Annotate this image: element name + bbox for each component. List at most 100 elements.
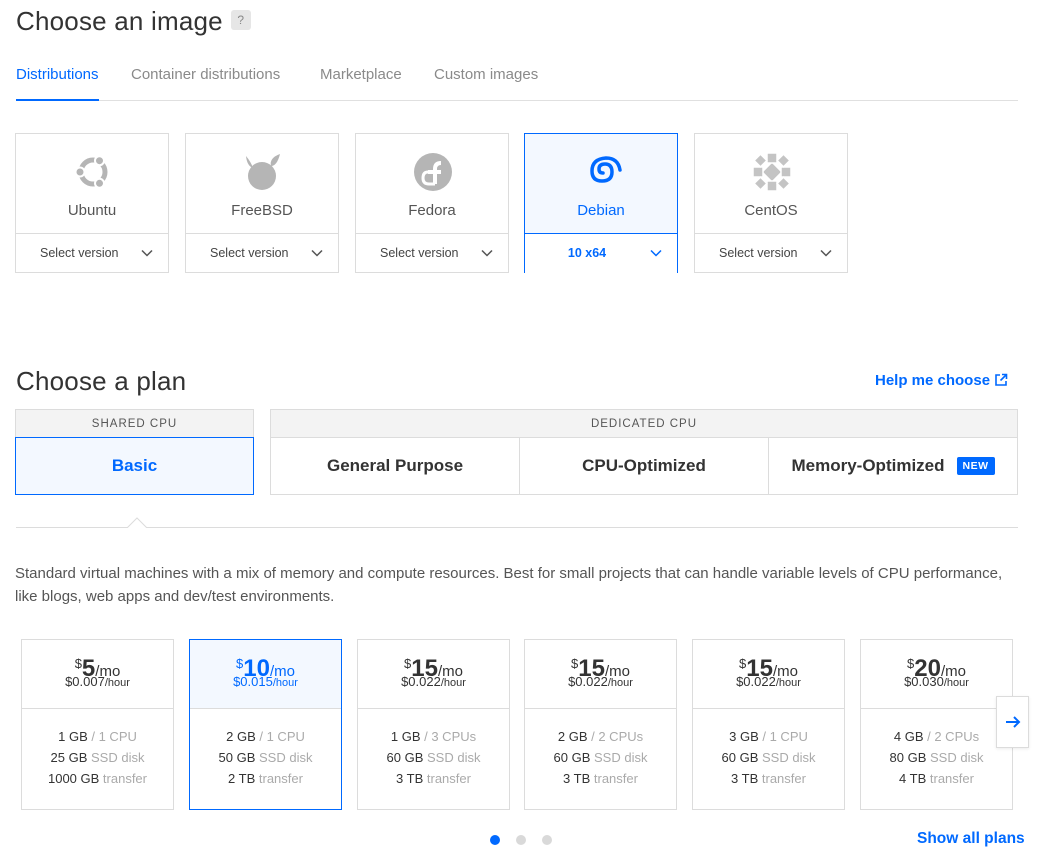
plan-specs: 1 GB / 3 CPUs 60 GB SSD disk 3 TB transfer bbox=[358, 709, 509, 789]
shared-cpu-group: SHARED CPU Basic bbox=[15, 409, 254, 495]
spec-disk: 60 GB SSD disk bbox=[358, 747, 509, 768]
version-label: Select version bbox=[380, 246, 459, 260]
spec-memory-cpu: 2 GB / 2 CPUs bbox=[525, 726, 676, 747]
hourly-price: $0.022/hour bbox=[525, 674, 676, 689]
spec-disk: 60 GB SSD disk bbox=[525, 747, 676, 768]
show-all-plans-link[interactable]: Show all plans bbox=[917, 830, 1025, 848]
plan-type-general-purpose[interactable]: General Purpose bbox=[271, 438, 520, 494]
spec-transfer-unit: transfer bbox=[99, 771, 147, 786]
shared-cpu-options: Basic bbox=[15, 437, 254, 495]
arrow-right-icon bbox=[1006, 716, 1021, 728]
plan-card[interactable]: $5/mo $0.007/hour 1 GB / 1 CPU 25 GB SSD di… bbox=[21, 639, 174, 810]
spec-transfer-size: 2 TB bbox=[228, 771, 256, 786]
spec-disk-unit: SSD disk bbox=[926, 750, 984, 765]
version-select[interactable]: Select version bbox=[356, 233, 508, 273]
hourly-price: $0.022/hour bbox=[358, 674, 509, 689]
chevron-down-icon bbox=[820, 249, 832, 257]
plan-price: $15/mo $0.022/hour bbox=[693, 640, 844, 709]
spec-disk: 25 GB SSD disk bbox=[22, 747, 173, 768]
version-label: Select version bbox=[719, 246, 798, 260]
tab-container-distributions[interactable]: Container distributions bbox=[131, 66, 280, 101]
spec-memory: 1 GB bbox=[58, 729, 88, 744]
spec-cpu: / 1 CPU bbox=[255, 729, 305, 744]
monthly-price: $5/mo bbox=[22, 640, 173, 681]
distro-card-fedora[interactable]: Fedora Select version bbox=[355, 133, 509, 273]
spec-transfer-size: 3 TB bbox=[731, 771, 759, 786]
plan-specs: 2 GB / 1 CPU 50 GB SSD disk 2 TB transfer bbox=[190, 709, 341, 789]
plan-card[interactable]: $10/mo $0.015/hour 2 GB / 1 CPU 50 GB SSD d… bbox=[189, 639, 342, 810]
spec-memory-cpu: 4 GB / 2 CPUs bbox=[861, 726, 1012, 747]
version-select[interactable]: 10 x64 bbox=[525, 233, 677, 273]
distro-name: Debian bbox=[577, 202, 625, 219]
distro-card-debian[interactable]: Debian 10 x64 bbox=[524, 133, 678, 273]
spec-disk-unit: SSD disk bbox=[255, 750, 313, 765]
spec-disk-unit: SSD disk bbox=[87, 750, 145, 765]
spec-transfer-size: 3 TB bbox=[396, 771, 424, 786]
version-select[interactable]: Select version bbox=[695, 233, 847, 273]
distro-card-ubuntu[interactable]: Ubuntu Select version bbox=[15, 133, 169, 273]
chevron-down-icon bbox=[311, 249, 323, 257]
spec-transfer: 3 TB transfer bbox=[693, 768, 844, 789]
spec-disk: 60 GB SSD disk bbox=[693, 747, 844, 768]
plan-type-cpu-optimized[interactable]: CPU-Optimized bbox=[520, 438, 769, 494]
plan-card[interactable]: $15/mo $0.022/hour 2 GB / 2 CPUs 60 GB SSD … bbox=[524, 639, 677, 810]
pagination-dot-1[interactable] bbox=[490, 835, 500, 845]
next-plans-button[interactable] bbox=[996, 696, 1029, 748]
spec-transfer: 1000 GB transfer bbox=[22, 768, 173, 789]
centos-icon bbox=[752, 152, 792, 192]
hourly-amount: $0.015 bbox=[233, 674, 273, 689]
new-badge: NEW bbox=[956, 457, 995, 475]
freebsd-icon bbox=[246, 154, 280, 190]
tab-marketplace[interactable]: Marketplace bbox=[320, 66, 402, 101]
version-select[interactable]: Select version bbox=[16, 233, 168, 273]
plan-card[interactable]: $15/mo $0.022/hour 3 GB / 1 CPU 60 GB SSD d… bbox=[692, 639, 845, 810]
version-label: 10 x64 bbox=[567, 246, 607, 260]
hourly-unit: /hour bbox=[775, 677, 801, 689]
help-tooltip-icon[interactable]: ? bbox=[230, 10, 251, 31]
plan-price: $20/mo $0.030/hour bbox=[861, 640, 1012, 709]
pagination-dot-2[interactable] bbox=[516, 835, 526, 845]
distro-card-centos[interactable]: CentOS Select version bbox=[694, 133, 848, 273]
plan-specs: 3 GB / 1 CPU 60 GB SSD disk 3 TB transfer bbox=[693, 709, 844, 789]
distro-card-freebsd[interactable]: FreeBSD Select version bbox=[185, 133, 339, 273]
tab-custom-images[interactable]: Custom images bbox=[434, 66, 538, 101]
hourly-amount: $0.022 bbox=[401, 674, 441, 689]
pagination-dot-3[interactable] bbox=[542, 835, 552, 845]
monthly-price: $15/mo bbox=[525, 640, 676, 681]
spec-memory-cpu: 2 GB / 1 CPU bbox=[190, 726, 341, 747]
selection-caret-icon bbox=[127, 517, 147, 529]
version-select[interactable]: Select version bbox=[186, 233, 338, 273]
hourly-amount: $0.022 bbox=[736, 674, 776, 689]
hourly-unit: /hour bbox=[272, 677, 298, 689]
chevron-down-icon bbox=[141, 249, 153, 257]
spec-cpu: / 1 CPU bbox=[87, 729, 137, 744]
image-section-title: Choose an image? bbox=[16, 6, 251, 37]
help-me-choose-link[interactable]: Help me choose bbox=[875, 372, 1008, 389]
plan-type-memory-optimized[interactable]: Memory-Optimized NEW bbox=[769, 438, 1017, 494]
spec-memory-cpu: 1 GB / 1 CPU bbox=[22, 726, 173, 747]
plan-price: $10/mo $0.015/hour bbox=[190, 640, 341, 709]
spec-cpu: / 2 CPUs bbox=[923, 729, 980, 744]
distro-name: Fedora bbox=[408, 202, 456, 219]
spec-transfer-unit: transfer bbox=[758, 771, 806, 786]
plan-card[interactable]: $20/mo $0.030/hour 4 GB / 2 CPUs 80 GB SSD … bbox=[860, 639, 1013, 810]
hourly-price: $0.015/hour bbox=[190, 674, 341, 689]
fedora-icon bbox=[414, 153, 452, 191]
distro-name: Ubuntu bbox=[67, 202, 117, 219]
spec-disk-unit: SSD disk bbox=[423, 750, 481, 765]
spec-transfer: 2 TB transfer bbox=[190, 768, 341, 789]
distro-name: CentOS bbox=[744, 202, 798, 219]
spec-disk-unit: SSD disk bbox=[758, 750, 816, 765]
monthly-price: $10/mo bbox=[190, 640, 341, 681]
plan-type-basic[interactable]: Basic bbox=[15, 437, 254, 495]
tab-distributions[interactable]: Distributions bbox=[16, 66, 99, 101]
plan-card[interactable]: $15/mo $0.022/hour 1 GB / 3 CPUs 60 GB SSD … bbox=[357, 639, 510, 810]
spec-transfer-size: 3 TB bbox=[563, 771, 591, 786]
memory-optimized-label: Memory-Optimized bbox=[791, 456, 945, 475]
dedicated-cpu-group: DEDICATED CPU General Purpose CPU-Optimi… bbox=[270, 409, 1018, 495]
plan-specs: 4 GB / 2 CPUs 80 GB SSD disk 4 TB transfer bbox=[861, 709, 1012, 789]
spec-transfer: 3 TB transfer bbox=[358, 768, 509, 789]
plan-specs: 1 GB / 1 CPU 25 GB SSD disk 1000 GB transf… bbox=[22, 709, 173, 789]
plan-section-title: Choose a plan bbox=[16, 366, 187, 396]
ubuntu-icon bbox=[74, 155, 108, 189]
